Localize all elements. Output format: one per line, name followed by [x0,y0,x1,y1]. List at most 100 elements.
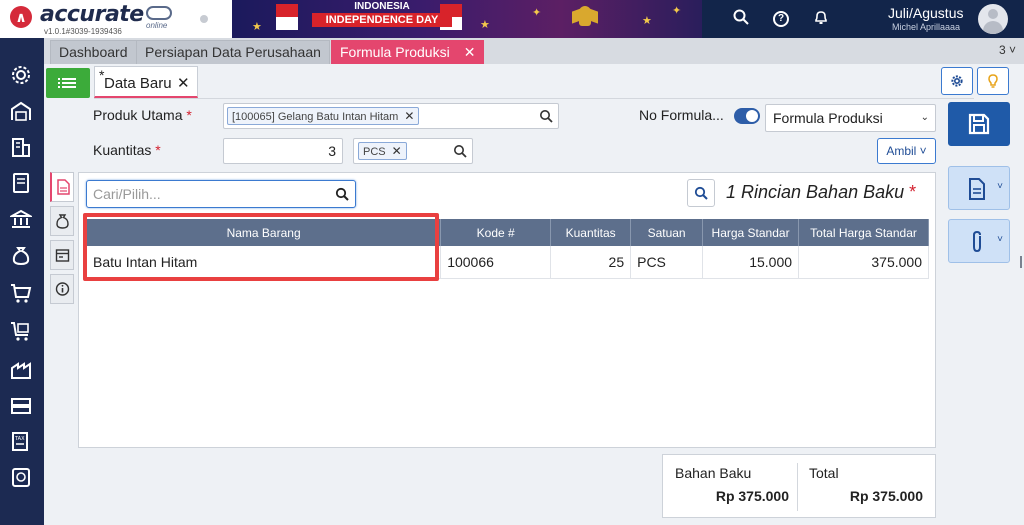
select-value: Formula Produksi [773,110,883,126]
document-icon [969,178,985,200]
bahan-baku-value: Rp 375.000 [715,488,789,504]
chevron-down-icon: ˅ [997,181,1003,192]
item-search-field[interactable] [86,180,356,208]
factory-icon[interactable] [10,358,34,382]
remove-chip-icon[interactable]: ✕ [404,109,414,123]
summary-box: Bahan Baku Rp 375.000 Total Rp 375.000 [662,454,936,518]
warehouse-icon[interactable] [10,100,34,124]
garuda-emblem-icon [572,4,598,32]
close-icon[interactable]: ✕ [177,74,190,92]
kuantitas-input[interactable]: 3 [223,138,343,164]
content-area: * Data Baru ✕ Produk Utama * [100065] Ge… [44,64,1024,525]
col-harga-standar[interactable]: Harga Standar [702,219,800,246]
save-button[interactable] [948,102,1010,146]
subtab-label: Data Baru [104,75,172,92]
cart-icon[interactable] [10,282,34,306]
search-icon[interactable] [730,9,752,31]
close-icon[interactable]: ✕ [464,44,476,60]
search-icon[interactable] [453,144,467,158]
divider [797,463,798,511]
divider [94,98,974,99]
col-kode[interactable]: Kode # [440,219,552,246]
tab-dashboard[interactable]: Dashboard [50,40,137,64]
calendar-icon [55,249,70,262]
avatar[interactable] [978,4,1008,34]
logo-subtext: online [146,21,168,30]
banner-line2: INDEPENDENCE DAY [312,13,452,27]
cart-list-icon[interactable] [10,320,34,344]
resize-handle[interactable] [1020,256,1022,268]
produk-utama-chip: [100065] Gelang Batu Intan Hitam ✕ [227,107,420,125]
tab-count: 3 [998,43,1006,57]
tab-detail-items[interactable] [50,172,74,202]
col-satuan[interactable]: Satuan [630,219,704,246]
info-icon [55,282,70,296]
inventory-icon[interactable] [10,394,34,418]
tax-icon[interactable]: TAX [10,430,34,454]
period-label[interactable]: Juli/Agustus [888,5,963,21]
attachment-menu-button[interactable]: ˅ [948,219,1010,263]
document-menu-button[interactable]: ˅ [948,166,1010,210]
tab-persiapan-data-perusahaan[interactable]: Persiapan Data Perusahaan [136,40,330,64]
ambil-button[interactable]: Ambil ˅ [877,138,936,164]
required-mark: * [155,142,161,158]
help-icon[interactable]: ? [773,11,789,27]
logo-icon: ∧ [10,6,32,28]
cloud-icon [146,6,172,20]
module-tabs: Dashboard Persiapan Data Perusahaan Form… [44,38,1024,64]
list-view-button[interactable] [46,68,90,98]
paperclip-icon [973,230,981,253]
required-mark: * [909,182,917,202]
save-icon [968,113,990,135]
independence-day-banner: INDONESIA INDEPENDENCE DAY ★ ★ ✦ ★ ✦ [232,0,702,38]
star-icon: ★ [642,15,652,27]
produk-utama-field[interactable]: [100065] Gelang Batu Intan Hitam ✕ [223,103,559,129]
tab-label: Dashboard [59,44,128,60]
bank-icon[interactable] [8,208,34,232]
col-kuantitas[interactable]: Kuantitas [550,219,632,246]
search-icon[interactable] [335,187,349,201]
star-icon: ★ [480,19,490,31]
tab-formula-produksi[interactable]: Formula Produksi ✕ [331,40,485,64]
tab-cost[interactable] [50,206,74,236]
chevron-down-icon: ⌄ [920,112,929,123]
tab-info[interactable] [50,274,74,304]
ledger-book-icon[interactable] [10,172,34,196]
cell-kuantitas[interactable]: 25 [550,246,632,279]
remove-chip-icon[interactable]: ✕ [392,144,402,158]
star-icon: ★ [252,21,262,33]
search-icon[interactable] [539,109,553,123]
cell-harga-standar[interactable]: 15.000 [702,246,800,279]
unit-field[interactable]: PCS ✕ [353,138,473,164]
star-icon: ✦ [532,7,542,19]
cell-kode[interactable]: 100066 [440,246,552,279]
formula-select[interactable]: Formula Produksi ⌄ [765,104,936,132]
detail-title: 1 Rincian Bahan Baku * [726,182,916,203]
chip-text: [100065] Gelang Batu Intan Hitam [232,111,399,123]
tab-count-dropdown[interactable]: 3 ˅ [999,43,1016,57]
tab-label: Persiapan Data Perusahaan [145,44,321,60]
tab-schedule[interactable] [50,240,74,270]
star-icon: ✦ [672,5,682,17]
version-label: v1.0.1#3039-1939436 [44,27,122,36]
cell-total-harga-standar[interactable]: 375.000 [798,246,929,279]
money-bag-icon[interactable] [10,244,34,268]
col-total-harga-standar[interactable]: Total Harga Standar [798,219,929,246]
subtab-data-baru[interactable]: * Data Baru ✕ [94,66,198,98]
cell-satuan[interactable]: PCS [630,246,704,279]
building-icon[interactable] [10,136,34,160]
report-icon[interactable] [10,466,34,490]
kuantitas-label: Kuantitas * [93,142,161,158]
settings-button[interactable] [941,67,973,95]
kuantitas-value: 3 [328,143,336,159]
search-button[interactable] [687,179,715,207]
item-search-input[interactable] [93,185,333,203]
tips-button[interactable] [977,67,1009,95]
total-label: Total [809,465,839,481]
logo-area[interactable]: ∧ accurate online v1.0.1#3039-1939436 [0,0,232,38]
sidebar: TAX [0,38,44,525]
chip-text: PCS [363,146,386,158]
bell-icon[interactable] [810,9,832,31]
auto-number-toggle[interactable] [734,108,760,124]
gear-icon[interactable] [10,64,34,88]
